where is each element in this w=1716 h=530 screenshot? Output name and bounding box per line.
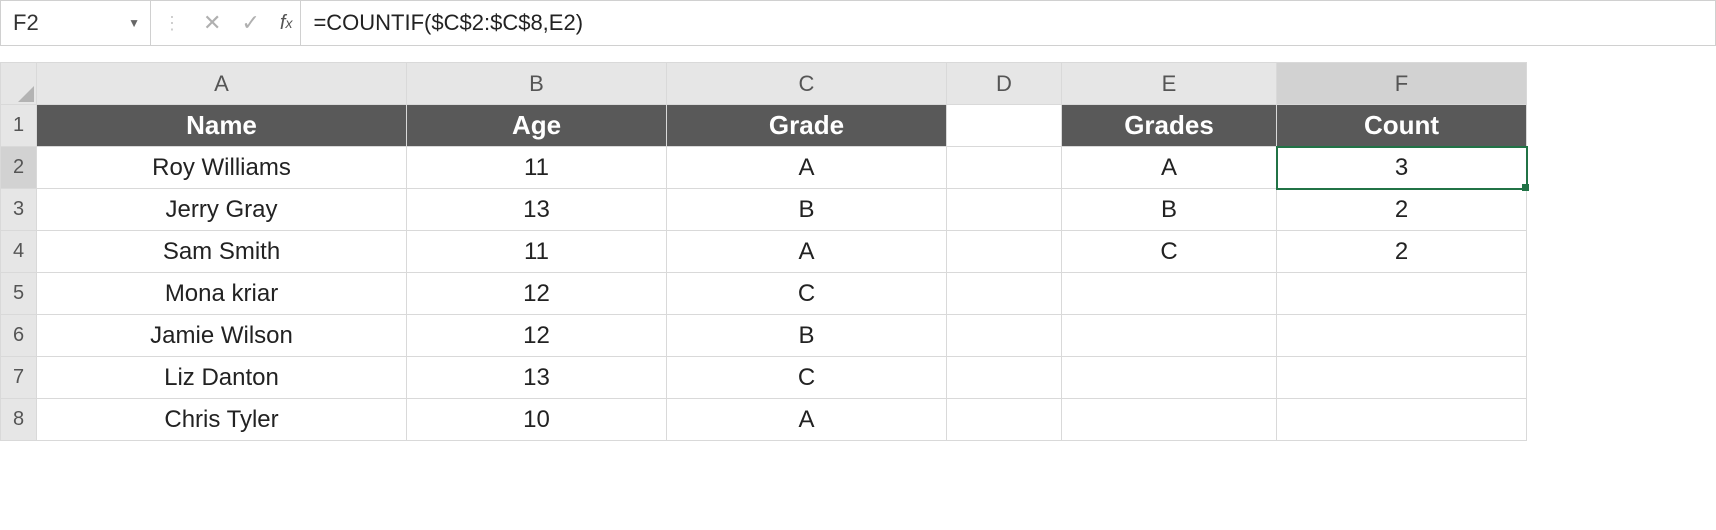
col-header-B[interactable]: B	[407, 63, 667, 105]
cell-B4[interactable]: 11	[407, 231, 667, 273]
cell-C7[interactable]: C	[667, 357, 947, 399]
cell-C8[interactable]: A	[667, 399, 947, 441]
cell-C4[interactable]: A	[667, 231, 947, 273]
cell-B3[interactable]: 13	[407, 189, 667, 231]
cell-F6[interactable]	[1277, 315, 1527, 357]
cell-D6[interactable]	[947, 315, 1062, 357]
cell-B6[interactable]: 12	[407, 315, 667, 357]
separator-icon: ⋮	[151, 13, 193, 34]
name-box[interactable]: F2 ▼	[1, 1, 151, 45]
cell-D3[interactable]	[947, 189, 1062, 231]
select-all-corner[interactable]	[1, 63, 37, 105]
formula-input[interactable]	[300, 1, 1715, 45]
cell-B1[interactable]: Age	[407, 105, 667, 147]
row-header-1[interactable]: 1	[1, 105, 37, 147]
spreadsheet-grid: A B C D E F 1 Name Age Grade Grades Coun…	[0, 62, 1527, 441]
cell-D4[interactable]	[947, 231, 1062, 273]
cell-A3[interactable]: Jerry Gray	[37, 189, 407, 231]
cell-A8[interactable]: Chris Tyler	[37, 399, 407, 441]
row-header-5[interactable]: 5	[1, 273, 37, 315]
cell-F4[interactable]: 2	[1277, 231, 1527, 273]
cell-A2[interactable]: Roy Williams	[37, 147, 407, 189]
cell-D1[interactable]	[947, 105, 1062, 147]
cell-B8[interactable]: 10	[407, 399, 667, 441]
cell-F1[interactable]: Count	[1277, 105, 1527, 147]
cell-E6[interactable]	[1062, 315, 1277, 357]
cell-E7[interactable]	[1062, 357, 1277, 399]
cell-B5[interactable]: 12	[407, 273, 667, 315]
row-header-6[interactable]: 6	[1, 315, 37, 357]
cell-F7[interactable]	[1277, 357, 1527, 399]
cell-A7[interactable]: Liz Danton	[37, 357, 407, 399]
cell-D2[interactable]	[947, 147, 1062, 189]
cell-F2[interactable]: 3	[1277, 147, 1527, 189]
cell-D5[interactable]	[947, 273, 1062, 315]
cell-A1[interactable]: Name	[37, 105, 407, 147]
row-header-4[interactable]: 4	[1, 231, 37, 273]
row-header-2[interactable]: 2	[1, 147, 37, 189]
cell-B2[interactable]: 11	[407, 147, 667, 189]
cell-C1[interactable]: Grade	[667, 105, 947, 147]
col-header-C[interactable]: C	[667, 63, 947, 105]
cell-E3[interactable]: B	[1062, 189, 1277, 231]
cell-F5[interactable]	[1277, 273, 1527, 315]
cell-E1[interactable]: Grades	[1062, 105, 1277, 147]
cell-E5[interactable]	[1062, 273, 1277, 315]
row-header-8[interactable]: 8	[1, 399, 37, 441]
cell-E2[interactable]: A	[1062, 147, 1277, 189]
cancel-icon[interactable]: ✕	[193, 1, 231, 45]
cell-A5[interactable]: Mona kriar	[37, 273, 407, 315]
cell-E4[interactable]: C	[1062, 231, 1277, 273]
cell-A6[interactable]: Jamie Wilson	[37, 315, 407, 357]
name-box-dropdown-icon[interactable]: ▼	[128, 16, 140, 30]
cell-D7[interactable]	[947, 357, 1062, 399]
cell-F3[interactable]: 2	[1277, 189, 1527, 231]
fx-icon[interactable]: fx	[270, 1, 301, 45]
cell-C3[interactable]: B	[667, 189, 947, 231]
row-header-7[interactable]: 7	[1, 357, 37, 399]
cell-C5[interactable]: C	[667, 273, 947, 315]
formula-bar: F2 ▼ ⋮ ✕ ✓ fx	[0, 0, 1716, 46]
cell-E8[interactable]	[1062, 399, 1277, 441]
cell-B7[interactable]: 13	[407, 357, 667, 399]
row-header-3[interactable]: 3	[1, 189, 37, 231]
enter-icon[interactable]: ✓	[231, 1, 269, 45]
col-header-A[interactable]: A	[37, 63, 407, 105]
name-box-value: F2	[13, 10, 39, 36]
col-header-D[interactable]: D	[947, 63, 1062, 105]
col-header-F[interactable]: F	[1277, 63, 1527, 105]
cell-F8[interactable]	[1277, 399, 1527, 441]
cell-C2[interactable]: A	[667, 147, 947, 189]
cell-D8[interactable]	[947, 399, 1062, 441]
col-header-E[interactable]: E	[1062, 63, 1277, 105]
cell-C6[interactable]: B	[667, 315, 947, 357]
cell-A4[interactable]: Sam Smith	[37, 231, 407, 273]
